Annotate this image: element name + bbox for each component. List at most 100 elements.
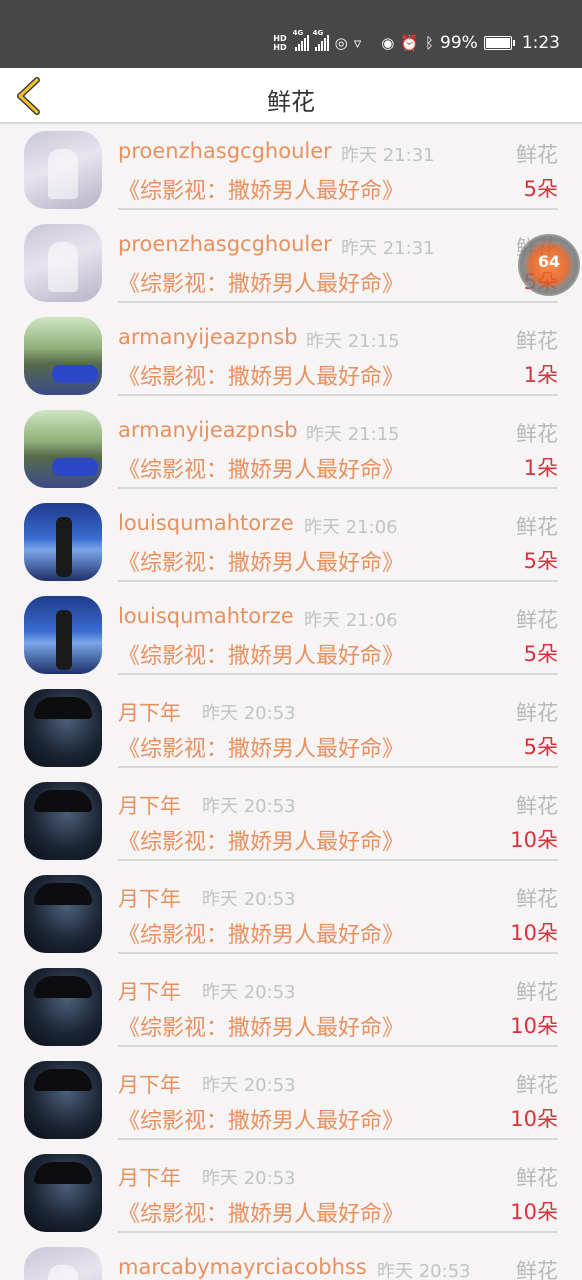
- book-title: 《综影视：撒娇男人最好命》: [118, 179, 405, 204]
- user-name: louisqumahtorze: [118, 604, 294, 628]
- book-title: 《综影视：撒娇男人最好命》: [118, 365, 405, 390]
- list-item[interactable]: proenzhasgcghouler昨天 21:31鲜花《综影视：撒娇男人最好命…: [0, 208, 582, 303]
- timestamp: 昨天 20:53: [202, 889, 296, 910]
- avatar[interactable]: [24, 596, 102, 674]
- gift-type: 鲜花: [516, 329, 558, 353]
- gift-count: 5朵: [523, 549, 558, 573]
- signal-icon: 4G: [293, 29, 309, 51]
- status-icons: HD HD 4G 4G ◎ ▿ ◉ ⏰ ᛒ 99% 1:23: [273, 28, 560, 58]
- hd-label-2: HD: [273, 43, 287, 52]
- user-name: armanyijeazpnsb: [118, 418, 298, 442]
- timestamp: 昨天 21:06: [304, 610, 398, 631]
- gift-type: 鲜花: [516, 887, 558, 911]
- gift-count: 10朵: [510, 1107, 558, 1131]
- list-item[interactable]: 月下年 昨天 20:53 鲜花《综影视：撒娇男人最好命》 10朵: [0, 859, 582, 954]
- floating-gift-button[interactable]: 64: [518, 234, 580, 296]
- hd-label-1: HD: [273, 34, 287, 43]
- user-name: armanyijeazpnsb: [118, 325, 298, 349]
- eye-icon: ◉: [381, 34, 395, 52]
- user-name: 月下年: [118, 794, 181, 818]
- gift-type: 鲜花: [516, 980, 558, 1004]
- clock: 1:23: [521, 33, 560, 53]
- list-item[interactable]: louisqumahtorze 昨天 21:06 鲜花 《综影视：撒娇男人最好命》 5朵: [0, 580, 582, 675]
- user-name: 月下年: [118, 1073, 181, 1097]
- book-title: 《综影视：撒娇男人最好命》: [118, 923, 405, 948]
- gift-type: 鲜花: [516, 701, 558, 725]
- network-type-1: 4G: [292, 29, 304, 37]
- user-name: louisqumahtorze: [118, 511, 294, 535]
- alarm-icon: ⏰: [400, 34, 419, 52]
- timestamp: 昨天 20:53: [202, 1168, 296, 1189]
- gift-count: 10朵: [510, 1200, 558, 1224]
- avatar[interactable]: [24, 1154, 102, 1232]
- user-name: 月下年: [118, 1166, 181, 1190]
- timestamp: 昨天 20:53: [202, 703, 296, 724]
- hd-indicator: HD HD: [273, 34, 286, 52]
- timestamp: 昨天 20:53: [377, 1261, 471, 1280]
- timestamp: 昨天 21:31: [341, 145, 435, 166]
- book-title: 《综影视：撒娇男人最好命》: [118, 458, 405, 483]
- list-item[interactable]: 月下年 昨天 20:53 鲜花《综影视：撒娇男人最好命》 10朵: [0, 1138, 582, 1233]
- avatar[interactable]: [24, 782, 102, 860]
- book-title: 《综影视：撒娇男人最好命》: [118, 1109, 405, 1134]
- list-item[interactable]: 月下年 昨天 20:53 鲜花 《综影视：撒娇男人最好命》 10朵: [0, 766, 582, 861]
- user-name: proenzhasgcghouler: [118, 139, 332, 163]
- page-title: 鲜花: [267, 88, 315, 116]
- floating-gift-count: 64: [537, 252, 561, 271]
- gift-type: 鲜花: [516, 1073, 558, 1097]
- battery-percent: 99%: [440, 33, 478, 53]
- avatar[interactable]: [24, 410, 102, 488]
- avatar[interactable]: [24, 875, 102, 953]
- book-title: 《综影视：撒娇男人最好命》: [118, 737, 405, 762]
- book-title: 《综影视：撒娇男人最好命》: [118, 272, 405, 297]
- user-name: marcabymayrciacobhss: [118, 1255, 367, 1279]
- gift-count: 1朵: [523, 456, 558, 480]
- book-title: 《综影视：撒娇男人最好命》: [118, 644, 405, 669]
- avatar[interactable]: [24, 1247, 102, 1280]
- avatar[interactable]: [24, 503, 102, 581]
- gift-count: 1朵: [523, 363, 558, 387]
- timestamp: 昨天 20:53: [202, 1075, 296, 1096]
- list-item[interactable]: 月下年 昨天 20:53 鲜花《综影视：撒娇男人最好命》 10朵: [0, 952, 582, 1047]
- book-title: 《综影视：撒娇男人最好命》: [118, 1016, 405, 1041]
- sync-icon: ◎: [334, 34, 348, 52]
- avatar[interactable]: [24, 317, 102, 395]
- gift-count: 5朵: [523, 177, 558, 201]
- list-item[interactable]: louisqumahtorze 昨天 21:06 鲜花《综影视：撒娇男人最好命》 5朵: [0, 487, 582, 582]
- battery-icon: [483, 36, 515, 50]
- avatar[interactable]: [24, 968, 102, 1046]
- gift-count: 5朵: [523, 735, 558, 759]
- avatar[interactable]: [24, 224, 102, 302]
- bluetooth-icon: ᛒ: [425, 34, 435, 52]
- gift-type: 鲜花: [516, 515, 558, 539]
- shield-icon: ▿: [353, 34, 362, 52]
- avatar[interactable]: [24, 689, 102, 767]
- timestamp: 昨天 20:53: [202, 796, 296, 817]
- list-item[interactable]: armanyijeazpnsb 昨天 21:15 鲜花《综影视：撒娇男人最好命》 1朵: [0, 301, 582, 396]
- gift-type: 鲜花: [516, 1166, 558, 1190]
- list-item[interactable]: proenzhasgcghouler昨天 21:31鲜花《综影视：撒娇男人最好命…: [0, 124, 582, 210]
- user-name: 月下年: [118, 701, 181, 725]
- avatar[interactable]: [24, 1061, 102, 1139]
- status-bar: HD HD 4G 4G ◎ ▿ ◉ ⏰ ᛒ 99% 1:23: [0, 0, 582, 68]
- list-item[interactable]: armanyijeazpnsb 昨天 21:15 鲜花 《综影视：撒娇男人最好命》 1朵: [0, 394, 582, 489]
- timestamp: 昨天 21:15: [306, 331, 400, 352]
- book-title: 《综影视：撒娇男人最好命》: [118, 830, 405, 855]
- avatar[interactable]: [24, 131, 102, 209]
- list-item[interactable]: 月下年 昨天 20:53 鲜花《综影视：撒娇男人最好命》 5朵: [0, 673, 582, 768]
- app-header: 鲜花: [0, 68, 582, 124]
- user-name: 月下年: [118, 980, 181, 1004]
- list-item[interactable]: marcabymayrciacobhss 昨天 20:53 鲜花: [0, 1231, 582, 1280]
- gift-count: 10朵: [510, 1014, 558, 1038]
- gift-type: 鲜花: [516, 794, 558, 818]
- gift-record-list[interactable]: proenzhasgcghouler 昨天 21:31 鲜花 《综影视：撒娇男人最好命…: [0, 124, 582, 1280]
- network-type-2: 4G: [312, 29, 324, 37]
- user-name: 月下年: [118, 887, 181, 911]
- book-title: 《综影视：撒娇男人最好命》: [118, 551, 405, 576]
- list-item[interactable]: 月下年 昨天 20:53 鲜花《综影视：撒娇男人最好命》 10朵: [0, 1045, 582, 1140]
- timestamp: 昨天 20:53: [202, 982, 296, 1003]
- book-title: 《综影视：撒娇男人最好命》: [118, 1202, 405, 1227]
- timestamp: 昨天 21:06: [304, 517, 398, 538]
- signal-icon-2: 4G: [313, 29, 329, 51]
- gift-count: 10朵: [510, 921, 558, 945]
